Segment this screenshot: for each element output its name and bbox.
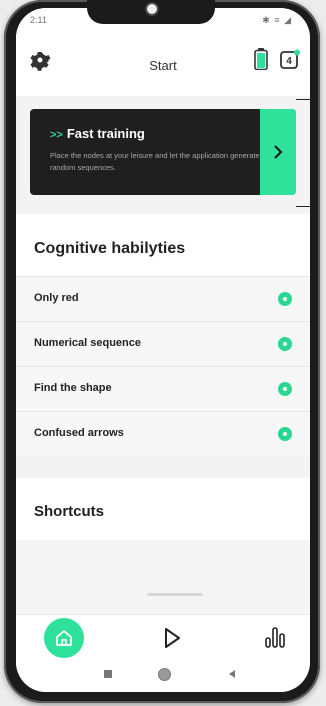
recent-apps-icon[interactable] (104, 670, 112, 678)
list-item-only-red[interactable]: Only red (16, 276, 310, 321)
app-screen: 2:11 ✱ ≡ ◢ Start 4 >> Fast training Plac… (16, 8, 310, 692)
banner-section: >> Fast training Place the nodes at your … (16, 96, 310, 214)
system-home-icon[interactable] (158, 668, 171, 681)
list-item-label: Numerical sequence (34, 337, 141, 349)
list-item-label: Find the shape (34, 382, 112, 394)
list-item-numerical-sequence[interactable]: Numerical sequence (16, 321, 310, 366)
app-header: Start 4 (16, 32, 310, 96)
status-dot-icon (278, 292, 292, 306)
list-item-label: Only red (34, 292, 79, 304)
double-arrow-icon: >> (50, 129, 63, 141)
phone-frame: 2:11 ✱ ≡ ◢ Start 4 >> Fast training Plac… (4, 0, 320, 703)
cognitive-section-title: Cognitive habilyties (34, 240, 186, 257)
edge-mark-top (296, 99, 310, 100)
stats-icon[interactable] (264, 625, 286, 649)
list-item-find-the-shape[interactable]: Find the shape (16, 366, 310, 411)
nav-home-button[interactable] (44, 618, 84, 658)
notification-count: 4 (286, 56, 292, 67)
status-dot-icon (278, 427, 292, 441)
fast-training-card[interactable]: >> Fast training Place the nodes at your … (30, 109, 296, 195)
edge-mark-bottom (296, 206, 310, 207)
home-icon (56, 630, 72, 646)
battery-icon (254, 48, 268, 70)
notification-icon[interactable]: 4 (280, 49, 300, 69)
back-icon[interactable] (229, 670, 235, 678)
fast-training-description: Place the nodes at your leisure and let … (50, 151, 260, 172)
camera-icon (145, 2, 159, 16)
camera-notch (87, 0, 215, 24)
status-dot-icon (278, 382, 292, 396)
chevron-right-icon (274, 145, 283, 159)
list-item-label: Confused arrows (34, 427, 124, 439)
system-nav-bar (16, 658, 310, 692)
status-time: 2:11 (30, 15, 47, 25)
shortcuts-section-title: Shortcuts (34, 503, 105, 520)
fast-training-title: >> Fast training (50, 126, 145, 141)
fast-training-label: Fast training (66, 126, 145, 141)
play-icon[interactable] (162, 627, 182, 649)
fast-training-go-button[interactable] (260, 109, 296, 195)
status-icons: ✱ ≡ ◢ (262, 15, 292, 25)
status-dot-icon (278, 337, 292, 351)
list-item-confused-arrows[interactable]: Confused arrows (16, 411, 310, 456)
bottom-nav (16, 614, 310, 659)
scroll-handle[interactable] (147, 593, 203, 596)
